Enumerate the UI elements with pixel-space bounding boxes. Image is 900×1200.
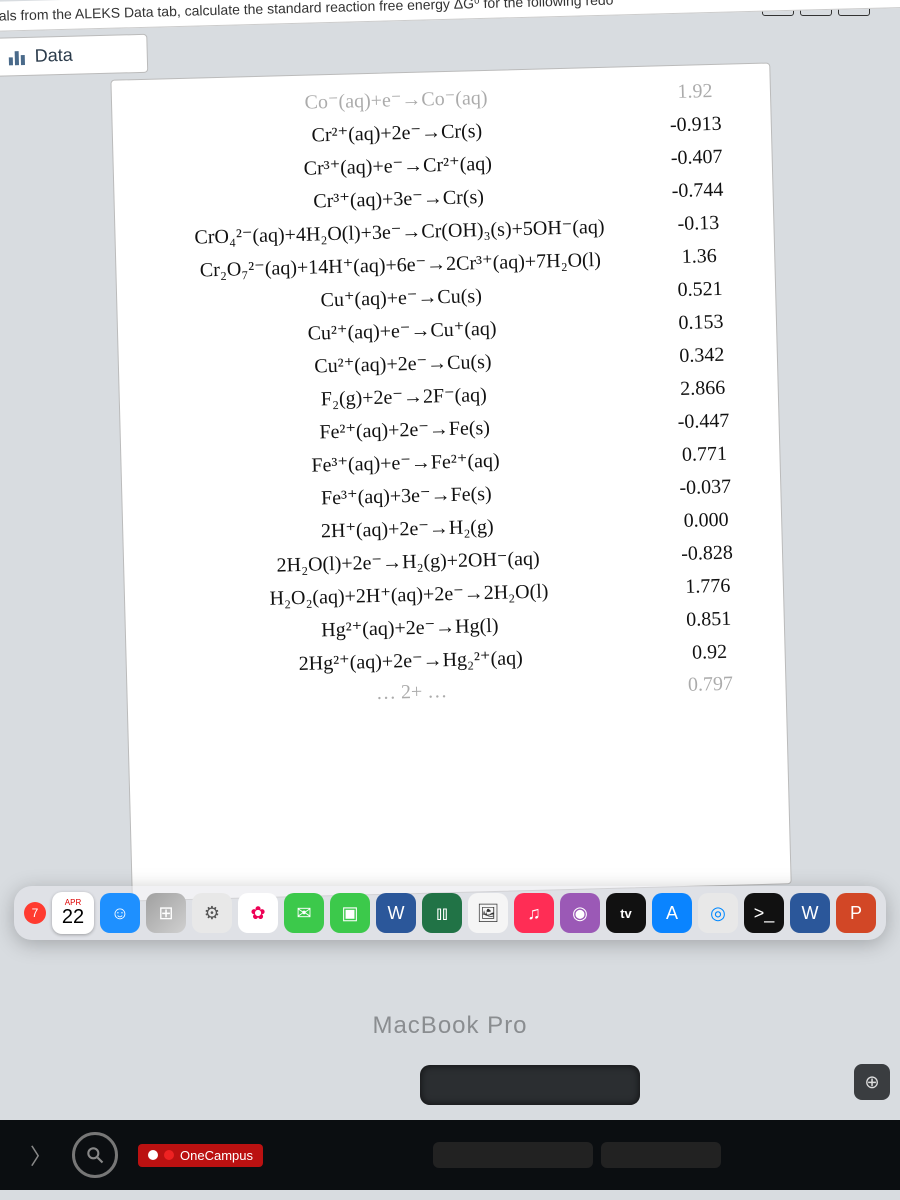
potential-value-cell: 0.851 — [663, 607, 754, 632]
onecampus-label: OneCampus — [180, 1148, 253, 1163]
question-text: als from the ALEKS Data tab, calculate t… — [0, 0, 614, 24]
dock-app-launchpad-icon[interactable]: ⊞ — [146, 893, 186, 933]
potential-value-cell: 0.92 — [664, 640, 755, 665]
touch-bar: 〉 OneCampus — [0, 1120, 900, 1190]
magnifier-icon — [85, 1145, 105, 1165]
dock-app-excel-icon[interactable]: ⫾⫾ — [422, 893, 462, 933]
potential-value-cell: 0.771 — [659, 442, 750, 467]
dock-app-music-icon[interactable]: ♫ — [514, 893, 554, 933]
dock-app-appstore-icon[interactable]: A — [652, 893, 692, 933]
dock-app-word-icon[interactable]: W — [376, 893, 416, 933]
touchbar-center — [283, 1142, 870, 1168]
macos-dock: 7 APR 22 ☺⊞⚙✿✉▣W⫾⫾🖼♫◉tvA◎>_WP — [14, 886, 886, 940]
potential-value-cell: -0.744 — [652, 178, 743, 203]
back-chevron-icon[interactable]: 〉 — [30, 1139, 52, 1171]
page: als from the ALEKS Data tab, calculate t… — [0, 0, 900, 905]
touchbar-segment[interactable] — [601, 1142, 721, 1168]
question-header: als from the ALEKS Data tab, calculate t… — [0, 0, 900, 32]
potential-value-cell: -0.13 — [653, 211, 744, 236]
trackpad-indicator — [420, 1065, 640, 1105]
dock-app-word2-icon[interactable]: W — [790, 893, 830, 933]
dock-badge: 7 — [24, 902, 46, 924]
potential-value-cell: 0.153 — [656, 310, 747, 335]
dock-app-terminal-icon[interactable]: >_ — [744, 893, 784, 933]
dock-app-appletv-icon[interactable]: tv — [606, 893, 646, 933]
dock-area: 7 APR 22 ☺⊞⚙✿✉▣W⫾⫾🖼♫◉tvA◎>_WP — [0, 886, 900, 940]
potential-value-cell: 1.776 — [663, 574, 754, 599]
dock-app-finder-icon[interactable]: ☺ — [100, 893, 140, 933]
touchbar-segment[interactable] — [433, 1142, 593, 1168]
reduction-potential-table[interactable]: Co⁻(aq)+e⁻→Co⁻(aq)1.92Cr²⁺(aq)+2e⁻→Cr(s)… — [110, 62, 791, 901]
potential-value-cell: -0.037 — [660, 475, 751, 500]
dock-app-photos-icon[interactable]: ✿ — [238, 893, 278, 933]
potential-value-cell: -0.447 — [658, 409, 749, 434]
input-switch-icon[interactable]: ⊕ — [854, 1064, 890, 1100]
potential-value-cell: -0.407 — [651, 145, 742, 170]
dock-app-powerpoint-icon[interactable]: P — [836, 893, 876, 933]
calendar-day: 22 — [62, 907, 84, 927]
device-label: MacBook Pro — [0, 1012, 900, 1040]
dock-app-messages-icon[interactable]: ✉ — [284, 893, 324, 933]
spotlight-search-icon[interactable] — [72, 1132, 118, 1178]
calendar-app-icon[interactable]: APR 22 — [52, 892, 94, 934]
potential-value-cell: 0.000 — [661, 508, 752, 533]
potential-value-cell: -0.913 — [651, 112, 742, 137]
bar-chart-icon — [9, 49, 25, 65]
dock-app-settings-icon[interactable]: ⚙ — [192, 893, 232, 933]
data-tab-button[interactable]: Data — [0, 34, 148, 77]
dock-app-facetime-icon[interactable]: ▣ — [330, 893, 370, 933]
potential-value-cell: 0.342 — [657, 343, 748, 368]
dock-app-safari-icon[interactable]: ◎ — [698, 893, 738, 933]
potential-value-cell: 2.866 — [657, 376, 748, 401]
potential-value-cell: 1.36 — [654, 244, 745, 269]
potential-value-cell: 0.797 — [665, 672, 756, 697]
dock-app-podcasts-icon[interactable]: ◉ — [560, 893, 600, 933]
data-tab-label: Data — [34, 45, 73, 67]
dock-app-preview-icon[interactable]: 🖼 — [468, 893, 508, 933]
onecampus-button[interactable]: OneCampus — [138, 1144, 263, 1167]
potential-value-cell: -0.828 — [662, 541, 753, 566]
potential-value-cell: 0.521 — [655, 277, 746, 302]
potential-value-cell: 1.92 — [650, 79, 741, 104]
